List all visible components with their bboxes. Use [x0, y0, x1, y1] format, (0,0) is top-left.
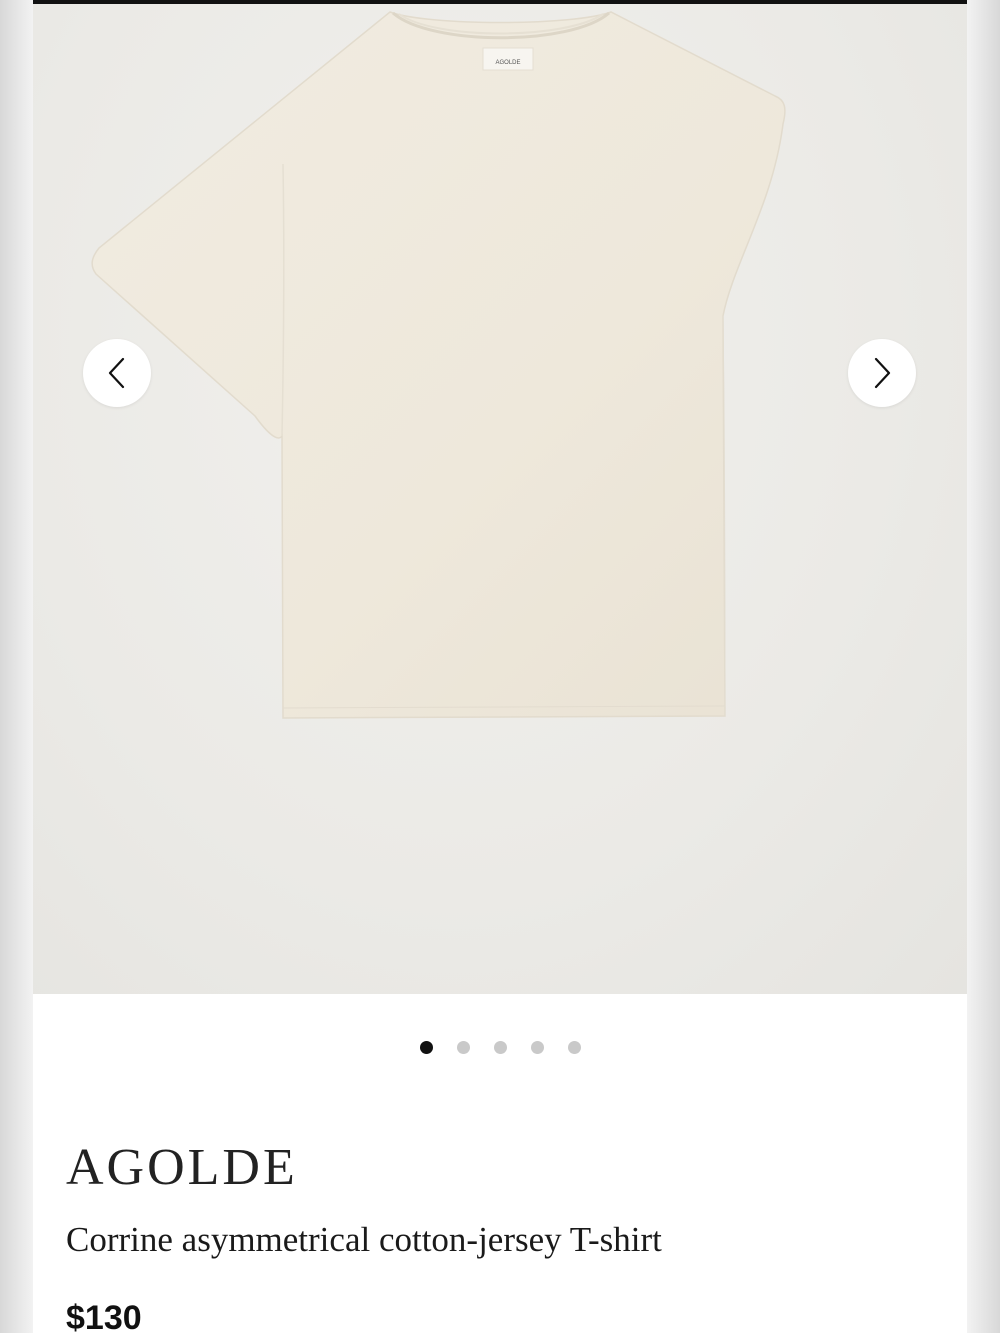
gallery-dot-5[interactable] — [567, 1040, 581, 1054]
gallery-dot-2[interactable] — [456, 1040, 470, 1054]
product-image-gallery[interactable]: AGOLDE — [33, 4, 967, 994]
product-price: $130 — [66, 1299, 142, 1333]
gallery-dot-4[interactable] — [530, 1040, 544, 1054]
product-image: AGOLDE — [91, 11, 786, 719]
gallery-dot-3[interactable] — [493, 1040, 507, 1054]
chevron-left-icon — [108, 357, 125, 389]
previous-image-button[interactable] — [83, 339, 151, 407]
gallery-dot-1[interactable] — [419, 1040, 433, 1054]
viewport: AGOLDE AGOLDE Corrine asymmetrical cotto… — [0, 0, 1000, 1333]
chevron-right-icon — [874, 357, 891, 389]
next-image-button[interactable] — [848, 339, 916, 407]
brand-name-link[interactable]: AGOLDE — [66, 1138, 298, 1198]
product-page: AGOLDE AGOLDE Corrine asymmetrical cotto… — [33, 0, 967, 1333]
neck-label-text: AGOLDE — [495, 60, 520, 66]
product-title: Corrine asymmetrical cotton-jersey T-shi… — [66, 1220, 662, 1259]
tshirt-shape — [91, 11, 786, 719]
gallery-pagination — [33, 1035, 967, 1059]
